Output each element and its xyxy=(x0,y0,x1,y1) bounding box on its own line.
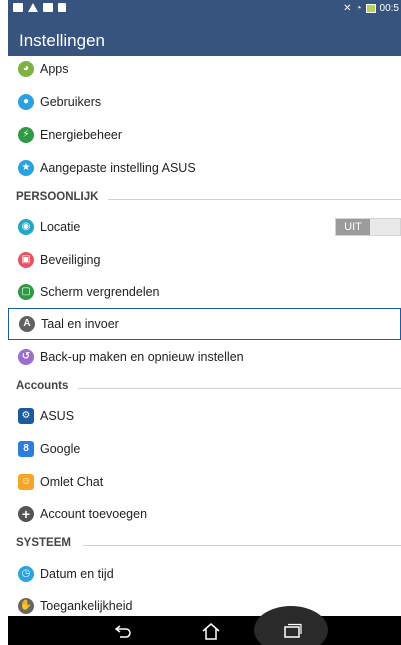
settings-item-label: Back-up maken en opnieuw instellen xyxy=(40,350,244,364)
settings-item-location[interactable]: ◉ Locatie UIT xyxy=(8,211,401,243)
account-item-add[interactable]: + Account toevoegen xyxy=(8,498,401,530)
hand-icon: ✋ xyxy=(18,598,34,614)
settings-item-language[interactable]: A Taal en invoer xyxy=(8,308,401,340)
google-icon: 8 xyxy=(18,441,34,457)
back-icon xyxy=(114,624,131,638)
status-bar: ✕ ◔ 00:5 xyxy=(8,0,401,18)
settings-item-label: Omlet Chat xyxy=(40,475,104,489)
account-item-asus[interactable]: ⚙ ASUS xyxy=(8,400,401,432)
settings-item-datetime[interactable]: ◷ Datum en tijd xyxy=(8,558,401,590)
settings-screen: ✕ ◔ 00:5 Instellingen ◕ Apps ● Gebruiker… xyxy=(8,0,401,645)
section-divider xyxy=(83,545,401,546)
settings-item-label: Taal en invoer xyxy=(41,317,119,331)
status-right-icons: ✕ ◔ 00:5 xyxy=(343,3,399,14)
settings-item-label: ASUS xyxy=(40,409,75,423)
asus-custom-icon: ★ xyxy=(18,160,34,176)
settings-item-label: Energiebeheer xyxy=(40,128,123,142)
warning-icon xyxy=(28,3,38,12)
location-toggle-state: UIT xyxy=(336,219,370,235)
settings-item-apps[interactable]: ◕ Apps xyxy=(8,56,401,82)
home-button[interactable] xyxy=(196,616,226,645)
section-header-accounts: Accounts xyxy=(8,376,401,398)
power-icon: ⚡ xyxy=(18,127,34,143)
settings-item-label: Datum en tijd xyxy=(40,567,114,581)
section-header-label: PERSOONLIJK xyxy=(16,191,99,203)
settings-item-label: Toegankelijkheid xyxy=(40,599,133,613)
settings-item-label: Aangepaste instelling ASUS xyxy=(40,161,196,175)
settings-item-backup[interactable]: ↺ Back-up maken en opnieuw instellen xyxy=(8,341,401,373)
section-divider xyxy=(108,199,401,200)
settings-item-asus-custom[interactable]: ★ Aangepaste instelling ASUS xyxy=(8,152,401,184)
language-icon: A xyxy=(19,316,35,332)
page-title: Instellingen xyxy=(19,31,106,50)
mute-icon: ✕ xyxy=(343,3,352,14)
wifi-icon: ◔ xyxy=(355,3,362,14)
settings-list[interactable]: ◕ Apps ● Gebruikers ⚡ Energiebeheer ★ Aa… xyxy=(8,56,401,616)
clock-icon: ◷ xyxy=(18,566,34,582)
users-icon: ● xyxy=(18,94,34,110)
lock-icon: ▣ xyxy=(18,252,34,268)
notification-icon xyxy=(13,3,23,12)
apps-icon: ◕ xyxy=(18,61,34,77)
asus-icon: ⚙ xyxy=(18,408,34,424)
settings-item-security[interactable]: ▣ Beveiliging xyxy=(8,244,401,276)
sync-icon xyxy=(43,3,53,12)
settings-item-accessibility[interactable]: ✋ Toegankelijkheid xyxy=(8,590,401,616)
home-icon xyxy=(202,622,220,640)
account-item-google[interactable]: 8 Google xyxy=(8,433,401,465)
navigation-bar xyxy=(8,606,401,645)
settings-item-screen-lock[interactable]: ▢ Scherm vergrendelen xyxy=(8,276,401,308)
settings-item-label: Locatie xyxy=(40,220,81,234)
action-bar: Instellingen xyxy=(8,18,401,56)
status-time: 00:5 xyxy=(379,3,399,14)
back-button[interactable] xyxy=(108,616,138,645)
section-divider xyxy=(78,388,401,389)
settings-item-users[interactable]: ● Gebruikers xyxy=(8,86,401,118)
settings-item-power[interactable]: ⚡ Energiebeheer xyxy=(8,119,401,151)
location-toggle[interactable]: UIT xyxy=(335,218,401,236)
omlet-icon: ☺ xyxy=(18,474,34,490)
settings-item-label: Apps xyxy=(40,62,69,76)
section-header-system: SYSTEEM xyxy=(8,533,401,555)
account-item-omlet[interactable]: ☺ Omlet Chat xyxy=(8,466,401,498)
add-icon: + xyxy=(18,506,34,522)
settings-item-label: Scherm vergrendelen xyxy=(40,285,160,299)
section-header-personal: PERSOONLIJK xyxy=(8,187,401,209)
settings-item-label: Google xyxy=(40,442,81,456)
section-header-label: Accounts xyxy=(16,380,69,392)
recents-button[interactable] xyxy=(277,616,307,645)
location-icon: ◉ xyxy=(18,219,34,235)
settings-item-label: Beveiliging xyxy=(40,253,101,267)
settings-item-label: Account toevoegen xyxy=(40,507,148,521)
recents-icon xyxy=(284,623,302,638)
battery-icon xyxy=(365,4,376,13)
section-header-label: SYSTEEM xyxy=(16,537,71,549)
backup-icon: ↺ xyxy=(18,349,34,365)
status-left-icons xyxy=(13,3,66,12)
screen-lock-icon: ▢ xyxy=(18,284,34,300)
settings-item-label: Gebruikers xyxy=(40,95,102,109)
document-icon xyxy=(58,3,66,12)
